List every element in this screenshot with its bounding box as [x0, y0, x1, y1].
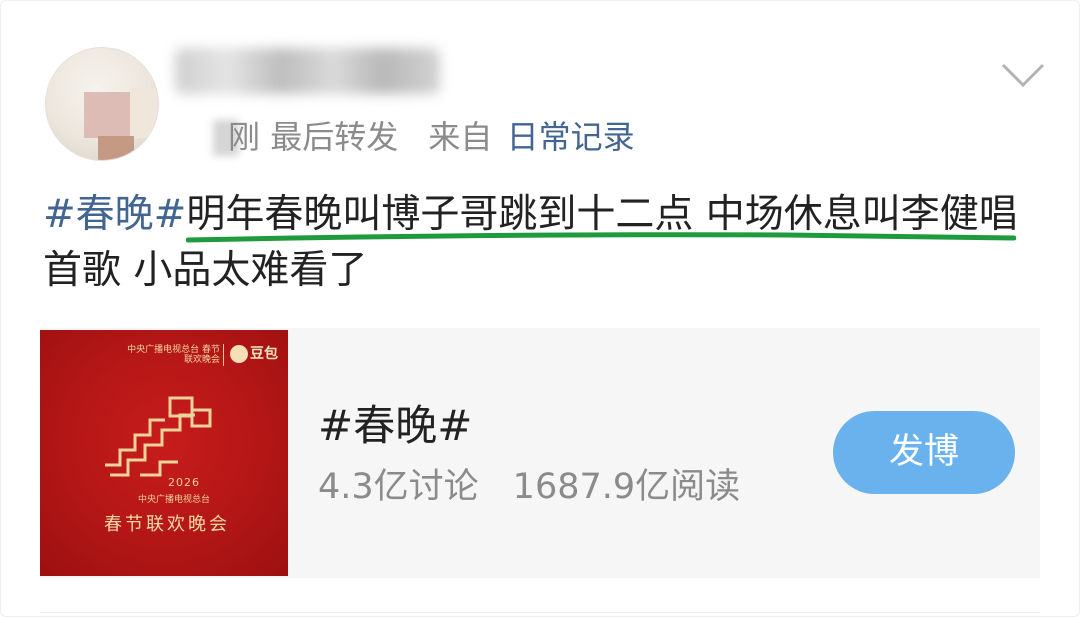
avatar[interactable]: [45, 47, 159, 161]
topic-thumbnail[interactable]: 中央广播电视总台 春节联欢晚会 豆包 2026 中央广播电视总台 春节联欢晚会: [40, 330, 288, 576]
post-meta: 刚 最后转发 来自 日常记录: [228, 114, 635, 160]
post-button[interactable]: 发博: [833, 411, 1015, 494]
post-from-label: 来自: [428, 118, 493, 156]
gala-title: 春节联欢晚会: [104, 514, 230, 535]
chevron-down-icon[interactable]: [1000, 60, 1046, 90]
post-hashtag-link[interactable]: #春晚#: [43, 192, 186, 237]
topic-name[interactable]: #春晚#: [318, 398, 472, 454]
avatar-pixel: [84, 92, 130, 138]
topic-discussion-count: 4.3亿讨论: [318, 467, 479, 507]
username-redacted[interactable]: [175, 48, 440, 94]
avatar-pixel: [98, 136, 134, 160]
doubao-logo-icon: [230, 345, 248, 363]
topic-stats: 4.3亿讨论 1687.9亿阅读: [318, 462, 740, 512]
gala-subtitle: 中央广播电视总台: [138, 495, 211, 505]
divider: [40, 612, 1040, 613]
post-time: 刚: [228, 118, 261, 156]
gala-motif-icon: [105, 396, 212, 477]
post-action: 最后转发: [270, 118, 399, 156]
post-source-link[interactable]: 日常记录: [507, 118, 635, 156]
gala-year: 2026: [168, 476, 200, 489]
green-underline-annotation: [186, 232, 1016, 243]
topic-read-count: 1687.9亿阅读: [512, 467, 741, 507]
doubao-label: 豆包: [250, 346, 278, 362]
logo-divider: [223, 344, 224, 366]
avatar-pixel: [130, 88, 158, 138]
cctv-logo-text: 中央广播电视总台 春节联欢晚会: [127, 345, 220, 365]
